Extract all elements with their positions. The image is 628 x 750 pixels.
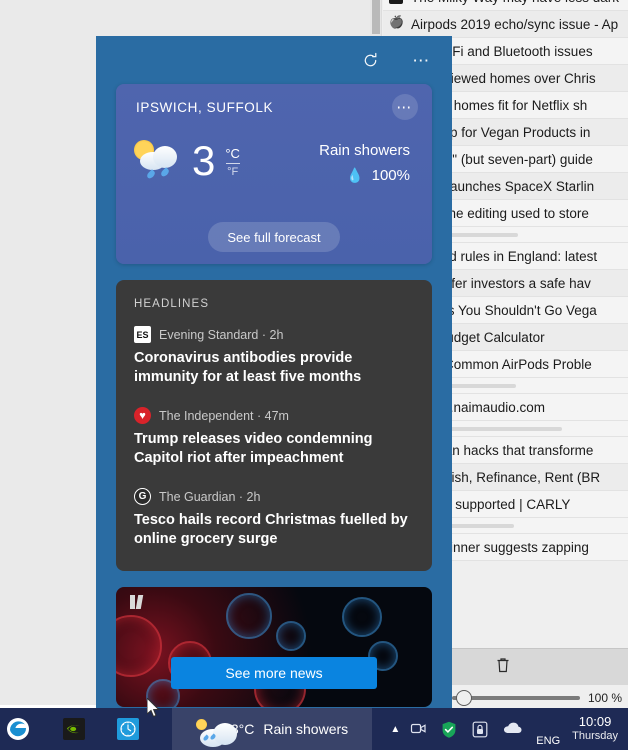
screen: The Milky Way may have less dark Airpods …	[0, 0, 628, 750]
flyout-header: ⋯	[96, 36, 452, 84]
unit-divider	[225, 162, 240, 164]
evening-standard-logo-icon: ES	[134, 326, 151, 343]
site-favicon-icon	[389, 0, 403, 4]
taskbar-item-edge[interactable]	[0, 708, 36, 750]
taskbar-weather-widget[interactable]: 3°C Rain showers	[172, 708, 372, 750]
list-item[interactable]: The Milky Way may have less dark	[383, 0, 628, 11]
shield-check-icon[interactable]	[441, 721, 458, 738]
precipitation-value: 100%	[371, 167, 410, 184]
unit-celsius[interactable]: °C	[225, 146, 240, 161]
chevron-up-icon[interactable]: ▲	[390, 724, 400, 735]
list-item-label: The Milky Way may have less dark	[411, 0, 619, 5]
story-source-row: G The Guardian · 2h	[134, 488, 414, 505]
story-source-name: The Independent · 47m	[159, 408, 289, 423]
sun-behind-rain-cloud-icon	[132, 138, 188, 184]
weather-location: IPSWICH, SUFFOLK	[136, 100, 274, 115]
onedrive-cloud-icon[interactable]	[503, 721, 522, 738]
clock-app-icon	[117, 718, 139, 740]
lock-icon[interactable]	[472, 721, 489, 738]
headline-story[interactable]: ♥ The Independent · 47m Trump releases vid…	[134, 407, 414, 468]
clock-day: Thursday	[572, 730, 618, 742]
list-item[interactable]: Airpods 2019 echo/sync issue - Ap	[383, 11, 628, 38]
scrollbar-thumb[interactable]	[372, 0, 380, 34]
taskbar[interactable]: 3°C Rain showers ▲ ENG 10:09 Thursday	[0, 708, 628, 750]
the-independent-logo-icon: ♥	[134, 407, 151, 424]
zoom-value: 100 %	[587, 691, 622, 705]
see-more-news-button[interactable]: See more news	[171, 657, 377, 689]
clock-time: 10:09	[578, 714, 612, 729]
sun-behind-rain-cloud-icon	[195, 719, 237, 747]
temperature-units[interactable]: °C °F	[225, 146, 240, 178]
story-headline[interactable]: Trump releases video condemning Capitol …	[134, 430, 414, 468]
zoom-slider[interactable]	[452, 690, 580, 706]
headline-story[interactable]: G The Guardian · 2h Tesco hails record Chr…	[134, 488, 414, 549]
news-promo-tile[interactable]: See more news	[116, 587, 432, 707]
story-headline[interactable]: Tesco hails record Christmas fuelled by …	[134, 511, 414, 549]
story-source-name: The Guardian · 2h	[159, 489, 261, 504]
the-guardian-logo-icon: G	[134, 488, 151, 505]
taskbar-clock[interactable]: 10:09 Thursday	[572, 714, 618, 744]
story-source-row: ES Evening Standard · 2h	[134, 326, 414, 343]
see-full-forecast-button[interactable]: See full forecast	[208, 222, 340, 252]
weather-condition-block: Rain showers 💧 100%	[319, 142, 410, 184]
list-item-label: Airpods 2019 echo/sync issue - Ap	[411, 16, 619, 32]
headlines-list: ES Evening Standard · 2h Coronavirus antib…	[134, 326, 414, 549]
story-headline[interactable]: Coronavirus antibodies provide immunity …	[134, 349, 414, 387]
msn-logo-icon	[130, 595, 146, 609]
camera-icon[interactable]	[410, 721, 427, 738]
taskbar-weather-condition: Rain showers	[263, 721, 349, 737]
more-options-icon[interactable]: ⋯	[408, 46, 436, 74]
weather-card[interactable]: IPSWICH, SUFFOLK ⋯ 3 °C °F Rain showers …	[116, 84, 432, 264]
headlines-card: HEADLINES ES Evening Standard · 2h Coronav…	[116, 280, 432, 571]
weather-condition: Rain showers	[319, 142, 410, 159]
language-indicator[interactable]: ENG	[536, 735, 560, 750]
nvidia-icon	[63, 718, 85, 740]
precipitation-block: 💧 100%	[319, 167, 410, 184]
apple-icon	[389, 17, 403, 31]
story-source-name: Evening Standard · 2h	[159, 327, 284, 342]
refresh-icon[interactable]	[356, 46, 384, 74]
weather-temperature: 3	[192, 137, 216, 184]
headlines-section-title: HEADLINES	[134, 298, 210, 310]
weather-reading: 3 °C °F	[132, 138, 240, 184]
story-source-row: ♥ The Independent · 47m	[134, 407, 414, 424]
zoom-slider-thumb[interactable]	[456, 690, 472, 706]
unit-fahrenheit[interactable]: °F	[227, 166, 238, 178]
taskbar-item-clock-app[interactable]	[110, 708, 146, 750]
water-drop-icon: 💧	[346, 167, 364, 183]
headline-story[interactable]: ES Evening Standard · 2h Coronavirus antib…	[134, 326, 414, 387]
news-and-interests-flyout[interactable]: ⋯ IPSWICH, SUFFOLK ⋯ 3 °C °F Rain shower…	[96, 36, 452, 708]
taskbar-item-nvidia[interactable]	[56, 708, 92, 750]
edge-icon	[7, 718, 29, 740]
weather-card-more-icon[interactable]: ⋯	[392, 94, 418, 120]
system-tray[interactable]: ▲ ENG 10:09 Thursday	[390, 708, 628, 750]
trash-icon[interactable]	[490, 653, 516, 677]
